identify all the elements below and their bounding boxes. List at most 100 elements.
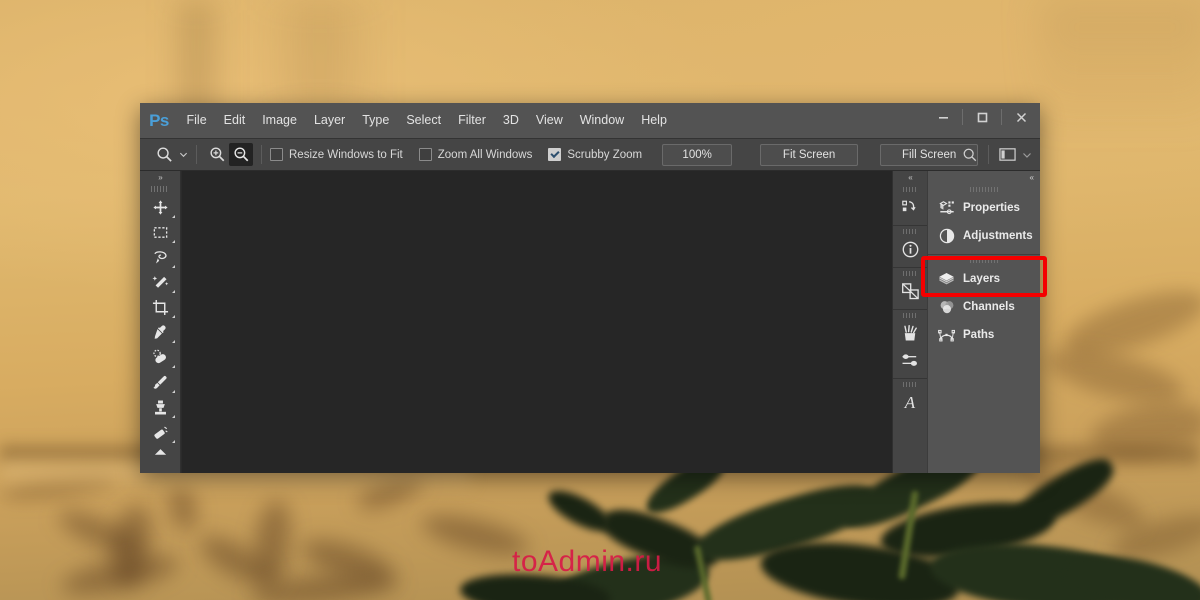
menu-image[interactable]: Image [254, 103, 306, 138]
photoshop-window: Ps File Edit Image Layer Type Select Fil… [140, 103, 1040, 473]
resize-windows-to-fit-option[interactable]: Resize Windows to Fit [270, 148, 403, 161]
scrubby-zoom-option[interactable]: Scrubby Zoom [548, 148, 642, 161]
panel-item-layers[interactable]: Layers [928, 265, 1040, 293]
menu-window[interactable]: Window [571, 103, 632, 138]
divider [196, 145, 197, 164]
zoom-100-percent-button[interactable]: 100% [662, 143, 733, 166]
move-tool[interactable] [143, 195, 177, 220]
tool-flyout-arrow[interactable] [172, 440, 175, 443]
divider [988, 145, 989, 164]
panel-item-adjustments[interactable]: Adjustments [928, 222, 1040, 250]
adjustments-icon [938, 228, 955, 245]
menu-type[interactable]: Type [354, 103, 398, 138]
tool-flyout-arrow[interactable] [172, 240, 175, 243]
dock-group-history [893, 184, 927, 226]
panel-grip[interactable] [970, 187, 998, 192]
zoom-in-tool-button[interactable] [205, 143, 229, 166]
scrubby-zoom-label: Scrubby Zoom [567, 148, 643, 161]
panel-item-channels[interactable]: Channels [928, 293, 1040, 321]
zoom-tool-icon[interactable] [152, 143, 176, 166]
dock-grip[interactable] [902, 313, 918, 318]
eraser-tool[interactable] [143, 420, 177, 445]
zoom-all-windows-checkbox[interactable] [418, 148, 432, 161]
panel-icon-dock: « A [892, 171, 927, 473]
dock-collapse-icon[interactable]: « [893, 171, 927, 184]
clone-source-icon[interactable] [896, 278, 924, 305]
zoom-out-tool-button[interactable] [229, 143, 253, 166]
menu-file[interactable]: File [178, 103, 215, 138]
tool-flyout-arrow[interactable] [172, 365, 175, 368]
history-icon[interactable] [896, 194, 924, 221]
resize-windows-to-fit-checkbox[interactable] [270, 148, 283, 161]
lasso-tool[interactable] [143, 245, 177, 270]
chevron-down-icon[interactable] [179, 150, 188, 159]
panel-item-label: Channels [963, 301, 1015, 313]
character-icon[interactable]: A [896, 389, 924, 416]
dock-grip[interactable] [902, 187, 918, 192]
workspace-switcher-icon[interactable] [995, 143, 1019, 166]
panel-item-label: Adjustments [963, 230, 1033, 242]
tool-flyout-arrow[interactable] [172, 290, 175, 293]
brushes-icon[interactable] [896, 320, 924, 347]
search-icon[interactable] [958, 143, 982, 166]
paths-icon [938, 327, 955, 344]
options-bar-right-group [958, 139, 1032, 170]
eyedropper-tool[interactable] [143, 320, 177, 345]
canvas-area[interactable] [181, 171, 892, 473]
menu-layer[interactable]: Layer [305, 103, 353, 138]
panel-item-label: Properties [963, 202, 1020, 214]
zoom-all-windows-option[interactable]: Zoom All Windows [418, 148, 533, 161]
panel-collapse-icon[interactable]: « [928, 171, 1040, 184]
clone-stamp-tool[interactable] [143, 395, 177, 420]
healing-brush-tool[interactable] [143, 345, 177, 370]
workspace: » « A « Properties Adjustments Layers Ch… [140, 171, 1040, 473]
panel-item-label: Layers [963, 273, 1001, 285]
divider [261, 145, 262, 164]
menu-3d[interactable]: 3D [494, 103, 527, 138]
tool-flyout-arrow[interactable] [172, 415, 175, 418]
brush-settings-icon[interactable] [896, 347, 924, 374]
dock-group-brushes [893, 310, 927, 379]
toolbar-expand-icon[interactable]: » [140, 171, 180, 184]
tool-flyout-arrow[interactable] [172, 315, 175, 318]
menu-view[interactable]: View [527, 103, 571, 138]
toolbar-grip[interactable] [151, 186, 169, 192]
resize-windows-to-fit-label: Resize Windows to Fit [289, 148, 403, 161]
zoom-all-windows-label: Zoom All Windows [437, 148, 533, 161]
rectangular-marquee-tool[interactable] [143, 220, 177, 245]
close-button[interactable] [1002, 103, 1040, 131]
chevron-down-icon[interactable] [1022, 150, 1032, 160]
tool-flyout-arrow[interactable] [172, 215, 175, 218]
watermark: toAdmin.ru [512, 545, 663, 578]
fit-screen-button[interactable]: Fit Screen [760, 143, 859, 166]
gradient-tool[interactable] [143, 445, 177, 458]
brush-tool[interactable] [143, 370, 177, 395]
wall-highlight-band [1040, 0, 1200, 130]
menu-filter[interactable]: Filter [450, 103, 495, 138]
panel-item-properties[interactable]: Properties [928, 194, 1040, 222]
tools-panel: » [140, 171, 181, 473]
menu-select[interactable]: Select [398, 103, 450, 138]
info-icon[interactable] [896, 236, 924, 263]
menu-edit[interactable]: Edit [215, 103, 254, 138]
active-tool-preset[interactable] [152, 143, 188, 166]
dock-grip[interactable] [902, 382, 918, 387]
quick-selection-tool[interactable] [143, 270, 177, 295]
tool-flyout-arrow[interactable] [172, 340, 175, 343]
layers-icon [938, 271, 955, 288]
dock-group-character: A [893, 379, 927, 420]
dock-grip[interactable] [902, 229, 918, 234]
panel-group-properties: Properties Adjustments [928, 184, 1040, 255]
wall-shadow-band-2 [255, 0, 385, 112]
tool-flyout-arrow[interactable] [172, 390, 175, 393]
dock-grip[interactable] [902, 271, 918, 276]
menu-help[interactable]: Help [633, 103, 676, 138]
maximize-button[interactable] [963, 103, 1001, 131]
scrubby-zoom-checkbox[interactable] [548, 148, 562, 161]
crop-tool[interactable] [143, 295, 177, 320]
tool-flyout-arrow[interactable] [172, 265, 175, 268]
menu-bar: File Edit Image Layer Type Select Filter… [178, 103, 675, 138]
panel-grip[interactable] [970, 258, 998, 263]
minimize-button[interactable] [924, 103, 962, 131]
panel-item-paths[interactable]: Paths [928, 321, 1040, 349]
